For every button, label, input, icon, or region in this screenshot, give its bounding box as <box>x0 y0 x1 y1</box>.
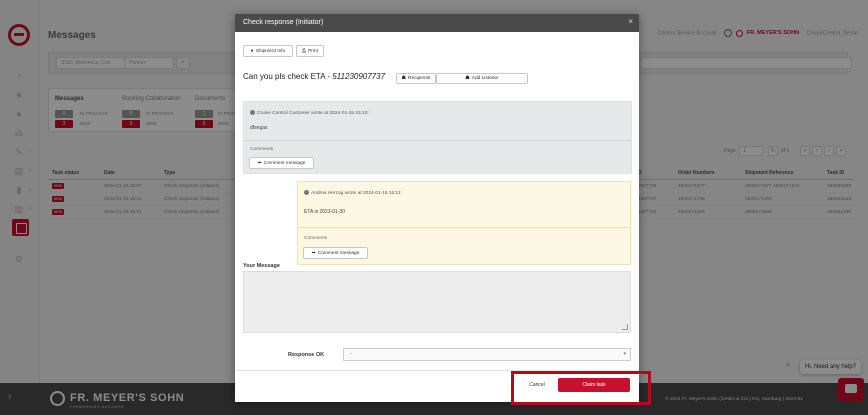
your-message-label: Your Message <box>243 263 280 269</box>
shipment-info-button[interactable]: ● Shipment Info <box>243 45 293 57</box>
comments-label: Comments <box>250 147 274 152</box>
message-subject: Can you pls check ETA - 511230907737 <box>243 72 385 81</box>
message-body: dfsegas <box>250 125 268 131</box>
divider <box>298 227 630 228</box>
clock-icon <box>250 110 255 115</box>
check-response-dialog: Check response (Initiator) × ● Shipment I… <box>235 14 639 402</box>
highlight-frame <box>511 371 651 405</box>
message-author: Cruise Control Customer wrote at 2024-01… <box>250 110 369 116</box>
dialog-title: Check response (Initiator) <box>243 19 324 26</box>
divider <box>244 140 631 141</box>
reply-icon: ➦ <box>257 160 262 166</box>
comment-message-button[interactable]: ➦ Comment message <box>249 157 314 169</box>
response-select[interactable]: - <box>343 348 631 361</box>
comment-message-button[interactable]: ➦ Comment message <box>303 247 368 259</box>
your-message-textarea[interactable] <box>243 271 631 333</box>
close-icon[interactable]: × <box>628 17 633 26</box>
message-card: Cruise Control Customer wrote at 2024-01… <box>243 101 632 174</box>
response-label: Response OK <box>288 352 325 358</box>
dialog-header: Check response (Initiator) × <box>235 14 639 32</box>
message-author: Andrea Herzog wrote at 2024-01-15 15:11: <box>304 190 402 196</box>
subject-text: Can you pls check ETA - <box>243 72 333 81</box>
add-listener-button[interactable]: ☗ Add Listener <box>436 73 528 84</box>
reply-icon: ➦ <box>311 250 316 256</box>
message-card: Andrea Herzog wrote at 2024-01-15 15:11:… <box>297 181 631 265</box>
recipients-button[interactable]: ☗ Recipients <box>396 73 436 84</box>
users-icon: ☗ <box>401 75 407 81</box>
subject-reference: 511230907737 <box>332 72 386 81</box>
info-icon: ● <box>250 48 254 54</box>
print-icon: ⎙ <box>302 48 307 54</box>
add-user-icon: ☗ <box>465 75 470 81</box>
clock-icon <box>304 190 309 195</box>
message-body: ETA is 2023-01-30 <box>304 209 346 215</box>
comments-label: Comments <box>304 236 328 241</box>
print-button[interactable]: ⎙ Print <box>296 45 324 57</box>
